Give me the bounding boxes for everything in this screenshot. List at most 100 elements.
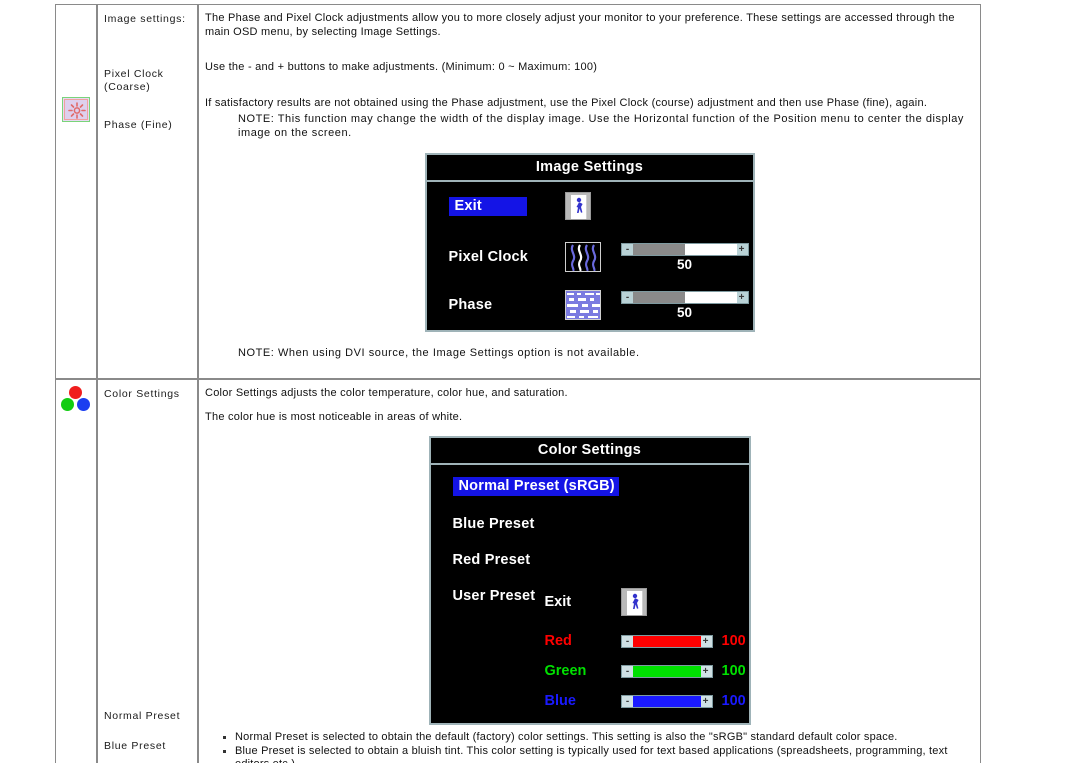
paragraph-color-intro: Color Settings adjusts the color tempera… [205,387,568,399]
blue-plus-button[interactable]: + [701,696,711,707]
osd-item-label-exit[interactable]: Exit [448,196,527,216]
osd-preset-red[interactable]: Red Preset [431,552,749,568]
color-settings-icon-cell [55,379,97,763]
osd-row-exit[interactable]: Exit [427,192,753,220]
brightness-starburst-glyph [68,102,86,119]
osd-preset-label-blue[interactable]: Blue Preset [453,516,535,532]
label-phase-fine: Phase (Fine) [104,119,173,131]
label-stack: Image settings: Pixel Clock (Coarse) Pha… [98,5,197,140]
label-stack-2: Color Settings Normal Preset Blue Preset… [98,380,197,763]
osd-row-pixel-clock[interactable]: Pixel Clock - + 50 [427,242,753,272]
osd-preset-label-red[interactable]: Red Preset [453,552,531,568]
image-settings-icon [62,97,90,122]
note-dvi-source: NOTE: When using DVI source, the Image S… [238,347,640,359]
osd-item-label-pixel-clock[interactable]: Pixel Clock [449,249,565,265]
paragraph-satisfactory: If satisfactory results are not obtained… [205,96,928,109]
green-circle-icon [61,398,74,411]
osd-submenu-row-green[interactable]: Green - + 100 [545,663,749,679]
phase-track[interactable] [632,291,737,303]
blue-fill [632,695,701,707]
osd-color-settings[interactable]: Color Settings Normal Preset (sRGB) Blue… [428,436,751,725]
red-minus-button[interactable]: - [623,636,633,647]
pixel-clock-icon [564,242,601,272]
phase-fill [632,291,685,303]
phase-icon [564,290,601,320]
table-row-color-settings: Color Settings Normal Preset Blue Preset… [55,379,981,763]
red-track[interactable] [632,635,701,647]
table-row-image-settings: Image settings: Pixel Clock (Coarse) Pha… [55,4,981,379]
osd-preset-label-normal[interactable]: Normal Preset (sRGB) [452,477,619,496]
list-item: Blue Preset is selected to obtain a blui… [223,745,974,763]
osd-color-submenu: Exit Red - + 100 Green - + 100 Blue - + … [545,588,749,709]
label-normal-preset: Normal Preset [104,710,181,722]
phase-minus-button[interactable]: - [623,292,633,303]
pixel-clock-slider-wrapper[interactable]: - + 50 [620,242,749,272]
label-blue-preset: Blue Preset [104,740,166,752]
osd-submenu-row-red[interactable]: Red - + 100 [545,633,749,649]
osd-image-body: Exit Pixel Clock - + 50 Phase - + 50 [427,182,753,330]
exit-door-icon[interactable] [564,192,591,220]
label-color-settings: Color Settings [104,388,180,400]
osd-image-settings[interactable]: Image Settings Exit Pixel Clock - + 50 P… [424,153,755,332]
phase-slider[interactable]: - + [620,290,749,304]
exit-door-icon[interactable] [620,588,647,616]
pixel-clock-value: 50 [676,256,693,272]
osd-color-body: Normal Preset (sRGB) Blue Preset Red Pre… [431,465,749,723]
walking-man-glyph [576,197,583,213]
pixel-clock-plus-button[interactable]: + [737,244,747,255]
feature-table: Image settings: Pixel Clock (Coarse) Pha… [55,4,981,763]
paragraph-buttons: Use the - and + buttons to make adjustme… [205,61,598,73]
blue-circle-icon [77,398,90,411]
blue-track[interactable] [632,695,701,707]
osd-submenu-row-exit[interactable]: Exit [545,588,749,616]
noise-pattern-glyph [565,291,600,319]
blue-value: 100 [721,693,746,709]
image-settings-body-cell: The Phase and Pixel Clock adjustments al… [198,4,981,379]
pixel-clock-fill [632,243,685,255]
blue-minus-button[interactable]: - [623,696,633,707]
walking-man-glyph [632,593,639,609]
page-root: Image settings: Pixel Clock (Coarse) Pha… [0,0,1080,763]
red-fill [632,635,701,647]
image-settings-label-cell: Image settings: Pixel Clock (Coarse) Pha… [97,4,198,379]
green-slider[interactable]: - + [620,664,713,678]
icon-wrapper [56,5,96,127]
image-settings-icon-cell [55,4,97,379]
pixel-clock-track[interactable] [632,243,737,255]
osd-preset-label-user[interactable]: User Preset [453,588,545,709]
osd-color-title: Color Settings [430,438,749,465]
list-item: Normal Preset is selected to obtain the … [223,731,974,745]
osd-preset-blue[interactable]: Blue Preset [431,516,749,532]
osd-submenu-row-blue[interactable]: Blue - + 100 [545,693,749,709]
phase-plus-button[interactable]: + [737,292,747,303]
phase-value: 50 [676,304,693,320]
blue-slider[interactable]: - + [620,694,713,708]
color-settings-body-cell: Color Settings adjusts the color tempera… [198,379,981,763]
osd-image-title: Image Settings [426,155,753,182]
osd-submenu-label-green[interactable]: Green [545,663,621,679]
osd-submenu-label-blue[interactable]: Blue [545,693,621,709]
osd-row-phase[interactable]: Phase - + 50 [427,290,753,320]
osd-submenu-label-exit[interactable]: Exit [545,594,621,610]
red-plus-button[interactable]: + [701,636,711,647]
note-width-change: NOTE: This function may change the width… [238,113,964,139]
green-fill [632,665,701,677]
osd-user-preset-group: User Preset Exit Red - + 100 Green - + 1… [431,588,749,709]
osd-preset-normal[interactable]: Normal Preset (sRGB) [431,477,749,496]
body-content-2: Color Settings adjusts the color tempera… [199,380,980,763]
green-track[interactable] [632,665,701,677]
red-slider[interactable]: - + [620,634,713,648]
color-settings-label-cell: Color Settings Normal Preset Blue Preset… [97,379,198,763]
pixel-clock-minus-button[interactable]: - [623,244,633,255]
osd-item-label-phase[interactable]: Phase [449,297,565,313]
wavy-lines-glyph [570,244,596,271]
phase-slider-wrapper[interactable]: - + 50 [620,290,749,320]
osd-image-settings-wrapper: Image Settings Exit Pixel Clock - + 50 P… [205,153,974,332]
pixel-clock-slider[interactable]: - + [620,242,749,256]
green-minus-button[interactable]: - [623,666,633,677]
osd-submenu-label-red[interactable]: Red [545,633,621,649]
label-pixel-clock-coarse: (Coarse) [104,81,151,93]
osd-color-settings-wrapper: Color Settings Normal Preset (sRGB) Blue… [205,436,974,725]
green-plus-button[interactable]: + [701,666,711,677]
red-value: 100 [721,633,746,649]
